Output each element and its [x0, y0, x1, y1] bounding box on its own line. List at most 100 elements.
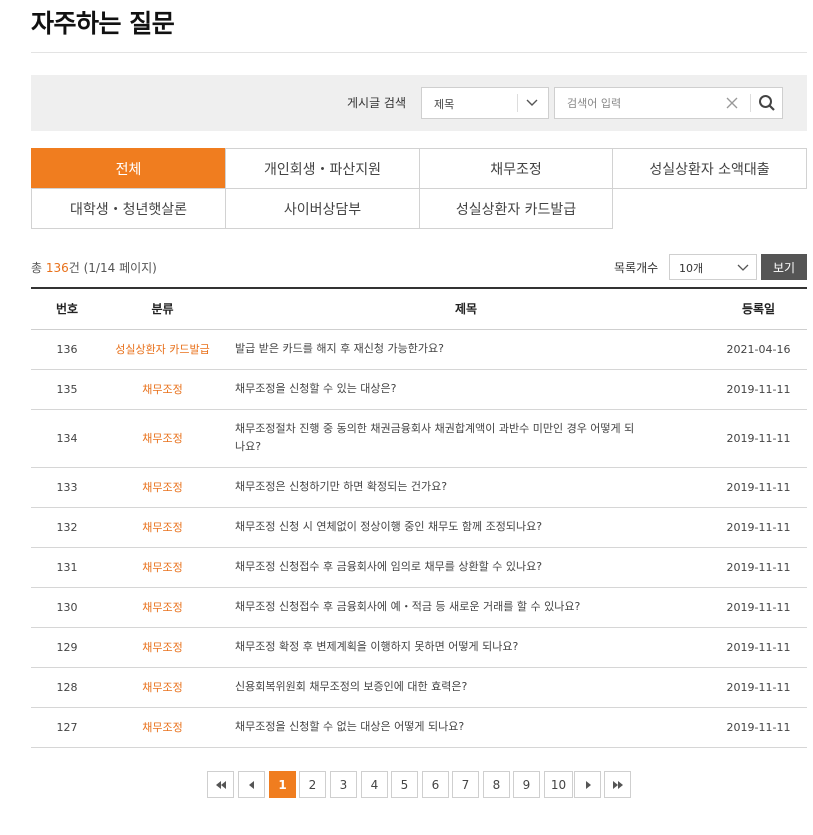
- row-subject-link[interactable]: 채무조정은 신청하기만 하면 확정되는 건가요?: [222, 467, 710, 508]
- per-page-select[interactable]: 10개: [669, 254, 757, 280]
- row-no: 135: [31, 369, 103, 410]
- row-date: 2019-11-11: [710, 667, 807, 708]
- header-category: 분류: [103, 288, 222, 330]
- per-page-label: 목록개수: [614, 261, 659, 275]
- table-row[interactable]: 130 채무조정 채무조정 신청접수 후 금융회사에 예・적금 등 새로운 거래…: [31, 587, 807, 628]
- header-subject: 제목: [222, 288, 710, 330]
- row-category: 채무조정: [103, 667, 222, 708]
- title-divider: [31, 52, 807, 53]
- row-subject-link[interactable]: 채무조정을 신청할 수 있는 대상은?: [222, 369, 710, 410]
- chevron-down-icon: [737, 264, 749, 271]
- prev-page-icon: [248, 780, 254, 789]
- row-category: 채무조정: [103, 547, 222, 588]
- table-row[interactable]: 134 채무조정 채무조정절차 진행 중 동의한 채권금융회사 채권합계액이 과…: [31, 409, 807, 468]
- row-category: 채무조정: [103, 627, 222, 668]
- row-category: 채무조정: [103, 587, 222, 628]
- per-page-value: 10개: [679, 262, 704, 275]
- row-date: 2019-11-11: [710, 627, 807, 668]
- row-date: 2019-11-11: [710, 369, 807, 410]
- page-button-3[interactable]: 3: [330, 771, 357, 798]
- next-page-icon: [585, 780, 591, 789]
- first-page-icon: [215, 780, 226, 789]
- row-no: 134: [31, 409, 103, 468]
- row-date: 2019-11-11: [710, 707, 807, 748]
- tab-debt-adjustment[interactable]: 채무조정: [419, 148, 613, 189]
- table-row[interactable]: 129 채무조정 채무조정 확정 후 변제계획을 이행하지 못하면 어떻게 되나…: [31, 627, 807, 668]
- first-page-button[interactable]: [207, 771, 234, 798]
- row-subject-link[interactable]: 채무조정 신청접수 후 금융회사에 예・적금 등 새로운 거래를 할 수 있나요…: [222, 587, 710, 628]
- next-page-button[interactable]: [574, 771, 601, 798]
- page-button-1[interactable]: 1: [269, 771, 296, 798]
- row-category: 채무조정: [103, 467, 222, 508]
- row-no: 128: [31, 667, 103, 708]
- chevron-down-icon: [526, 99, 538, 106]
- row-subject-link[interactable]: 채무조정 확정 후 변제계획을 이행하지 못하면 어떻게 되나요?: [222, 627, 710, 668]
- header-date: 등록일: [710, 288, 807, 330]
- page-button-10[interactable]: 10: [544, 771, 573, 798]
- row-subject-link[interactable]: 채무조정 신청접수 후 금융회사에 임의로 채무를 상환할 수 있나요?: [222, 547, 710, 588]
- search-divider: [750, 94, 751, 112]
- header-no: 번호: [31, 288, 103, 330]
- table-row[interactable]: 133 채무조정 채무조정은 신청하기만 하면 확정되는 건가요? 2019-1…: [31, 467, 807, 508]
- select-divider: [517, 94, 518, 112]
- search-input-box: [554, 87, 783, 119]
- table-row[interactable]: 132 채무조정 채무조정 신청 시 연체없이 정상이행 중인 채무도 함께 조…: [31, 507, 807, 548]
- row-subject-link[interactable]: 채무조정 신청 시 연체없이 정상이행 중인 채무도 함께 조정되나요?: [222, 507, 710, 548]
- row-date: 2019-11-11: [710, 547, 807, 588]
- search-field-value: 제목: [434, 98, 455, 111]
- count-prefix: 총: [31, 261, 46, 275]
- row-date: 2019-11-11: [710, 587, 807, 628]
- count-suffix: 건 (1/14 페이지): [68, 261, 157, 275]
- row-no: 133: [31, 467, 103, 508]
- table-row[interactable]: 131 채무조정 채무조정 신청접수 후 금융회사에 임의로 채무를 상환할 수…: [31, 547, 807, 588]
- result-count: 총 136건 (1/14 페이지): [31, 259, 157, 276]
- page-title: 자주하는 질문: [31, 9, 175, 38]
- row-category: 채무조정: [103, 707, 222, 748]
- row-category: 성실상환자 카드발급: [103, 329, 222, 370]
- page-button-8[interactable]: 8: [483, 771, 510, 798]
- table-row[interactable]: 135 채무조정 채무조정을 신청할 수 있는 대상은? 2019-11-11: [31, 369, 807, 410]
- row-date: 2019-11-11: [710, 409, 807, 468]
- row-no: 127: [31, 707, 103, 748]
- row-no: 130: [31, 587, 103, 628]
- table-row[interactable]: 136 성실상환자 카드발급 발급 받은 카드를 해지 후 재신청 가능한가요?…: [31, 329, 807, 370]
- row-date: 2019-11-11: [710, 467, 807, 508]
- row-category: 채무조정: [103, 507, 222, 548]
- search-input[interactable]: [555, 88, 720, 118]
- search-label: 게시글 검색: [347, 96, 407, 110]
- row-no: 131: [31, 547, 103, 588]
- row-subject-link[interactable]: 채무조정을 신청할 수 없는 대상은 어떻게 되나요?: [222, 707, 710, 748]
- count-total: 136: [45, 261, 69, 275]
- page-button-2[interactable]: 2: [299, 771, 326, 798]
- tab-cyber-counseling[interactable]: 사이버상담부: [225, 188, 420, 229]
- page-button-5[interactable]: 5: [391, 771, 418, 798]
- page-button-9[interactable]: 9: [513, 771, 540, 798]
- row-subject-link[interactable]: 신용회복위원회 채무조정의 보증인에 대한 효력은?: [222, 667, 710, 708]
- search-panel: 게시글 검색 제목: [31, 75, 807, 131]
- row-category: 채무조정: [103, 369, 222, 410]
- row-subject-link[interactable]: 발급 받은 카드를 해지 후 재신청 가능한가요?: [222, 329, 710, 370]
- table-row[interactable]: 127 채무조정 채무조정을 신청할 수 없는 대상은 어떻게 되나요? 201…: [31, 707, 807, 748]
- tab-card-issuance[interactable]: 성실상환자 카드발급: [419, 188, 613, 229]
- row-category: 채무조정: [103, 409, 222, 468]
- tab-all[interactable]: 전체: [31, 148, 226, 189]
- page-button-6[interactable]: 6: [422, 771, 449, 798]
- last-page-button[interactable]: [604, 771, 631, 798]
- row-no: 129: [31, 627, 103, 668]
- table-row[interactable]: 128 채무조정 신용회복위원회 채무조정의 보증인에 대한 효력은? 2019…: [31, 667, 807, 708]
- view-button[interactable]: 보기: [761, 254, 807, 280]
- tab-personal-rehabilitation[interactable]: 개인회생・파산지원: [225, 148, 420, 189]
- tab-student-loan[interactable]: 대학생・청년햇살론: [31, 188, 226, 229]
- row-date: 2019-11-11: [710, 507, 807, 548]
- tab-microloan[interactable]: 성실상환자 소액대출: [612, 148, 807, 189]
- search-field-select[interactable]: 제목: [421, 87, 549, 119]
- row-date: 2021-04-16: [710, 329, 807, 370]
- last-page-icon: [612, 780, 623, 789]
- row-subject-link[interactable]: 채무조정절차 진행 중 동의한 채권금융회사 채권합계액이 과반수 미만인 경우…: [222, 409, 710, 468]
- clear-icon[interactable]: [725, 96, 739, 110]
- faq-table: 번호 분류 제목 등록일 136 성실상환자 카드발급 발급 받은 카드를 해지…: [31, 287, 807, 748]
- search-icon[interactable]: [758, 94, 776, 112]
- page-button-7[interactable]: 7: [452, 771, 479, 798]
- prev-page-button[interactable]: [238, 771, 265, 798]
- page-button-4[interactable]: 4: [361, 771, 388, 798]
